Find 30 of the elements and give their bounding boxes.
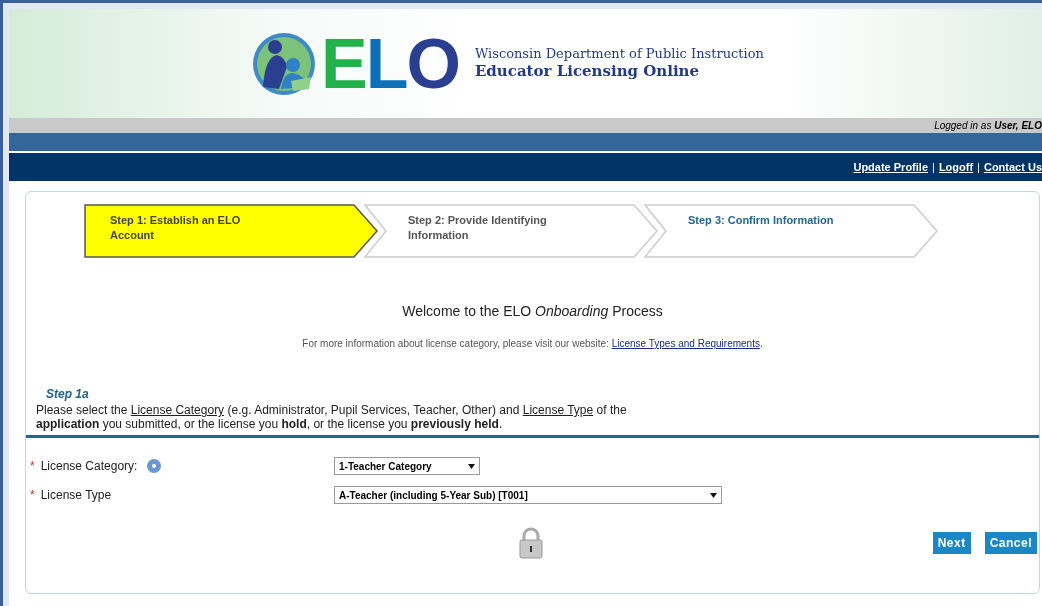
required-marker: *: [30, 487, 35, 504]
family-icon: [251, 30, 317, 97]
select-field[interactable]: 1-Teacher Category: [334, 457, 480, 475]
org-name: Wisconsin Department of Public Instruction: [474, 46, 764, 63]
step-tab[interactable]: Step 2: Provide Identifying Information: [364, 204, 659, 258]
step-tab[interactable]: Step 3: Confirm Information: [644, 204, 939, 258]
logo-text: ELO: [321, 28, 459, 99]
logged-in-text: Logged in as User, ELO: [934, 119, 1042, 133]
dropdown-arrow-icon: [468, 463, 475, 469]
lock-icon: [518, 527, 544, 559]
action-button[interactable]: Next: [932, 532, 971, 554]
app-name: Educator Licensing Online: [474, 62, 701, 81]
field-label: License Type: [40, 487, 112, 504]
instructions-text: Please select the License Category (e.g. Administrator, Pupil Services, Teacher, Other) and License Type of the application you submitted, or the license you hold, or the license you previously held.: [36, 403, 628, 431]
select-field[interactable]: A-Teacher (including 5-Year Sub) [T001]: [334, 486, 722, 504]
step-tab[interactable]: Step 1: Establish an ELO Account: [84, 204, 379, 258]
required-marker: *: [30, 458, 35, 475]
nav-link[interactable]: Contact Us: [983, 158, 1042, 176]
action-button[interactable]: Cancel: [984, 532, 1037, 554]
help-icon[interactable]: [147, 459, 162, 473]
field-label: License Category:: [40, 458, 138, 475]
link-separator: |: [932, 159, 935, 175]
info-text: For more information about license category, please visit our website: License Types and Requirements.: [301, 337, 764, 351]
step-heading: Step 1a: [46, 386, 90, 403]
welcome-title: Welcome to the ELO Onboarding Process: [401, 302, 664, 321]
link-separator: |: [977, 159, 980, 175]
nav-link[interactable]: Update Profile: [853, 158, 928, 176]
nav-link[interactable]: Logoff: [938, 158, 974, 176]
website-link[interactable]: License Types and Requirements: [611, 338, 760, 349]
dropdown-arrow-icon: [710, 492, 717, 498]
